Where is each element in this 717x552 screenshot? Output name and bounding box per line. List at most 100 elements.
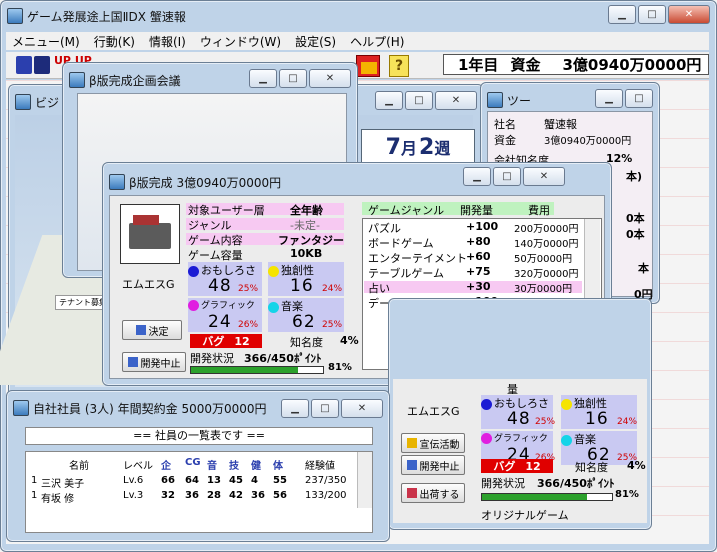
right-cancel-button[interactable]: 開発中止 — [401, 455, 465, 475]
bug-label: バグ — [202, 335, 225, 348]
staff-close-button[interactable]: ✕ — [341, 399, 383, 418]
main-window-controls: ▁ □ ✕ — [608, 5, 710, 24]
stat-orig-pct: 24% — [322, 284, 343, 294]
right-stat-fun-value: 48 — [507, 409, 531, 429]
right-cancel-icon — [406, 460, 417, 470]
console-name: エムエスG — [122, 278, 175, 291]
staff-cell-s5: 36 — [251, 490, 265, 501]
meeting-window-title: β版完成企画会議 — [89, 73, 181, 88]
beta-minimize-button[interactable]: ▁ — [463, 167, 491, 186]
staff-maximize-button[interactable]: □ — [311, 399, 339, 418]
genre-row-amount[interactable]: +80 — [466, 235, 491, 248]
info-frag-3: 0本 — [626, 228, 645, 241]
toolbar-help-icon[interactable]: ? — [389, 55, 409, 77]
genre-row-cost[interactable]: 320万0000円 — [514, 265, 579, 280]
company-minimize-button[interactable]: ▁ — [375, 91, 403, 110]
progress-pct: 81% — [328, 362, 352, 373]
toolbar-key-icon[interactable] — [34, 56, 50, 74]
menu-item-window[interactable]: ウィンドウ(W) — [200, 33, 281, 50]
genre-row-cost[interactable]: 30万0000円 — [514, 280, 572, 295]
staff-cell-name[interactable]: 三沢 美子 — [41, 475, 84, 490]
genre-row-cost[interactable]: 50万0000円 — [514, 250, 572, 265]
genre-row-name[interactable]: 占い — [368, 280, 390, 296]
staff-cell-s3: 28 — [207, 490, 221, 501]
info-window-icon — [487, 92, 503, 108]
info-company-label: 社名 — [494, 118, 516, 131]
staff-cell-s1: 66 — [161, 475, 175, 486]
genre-row-cost[interactable]: 140万0000円 — [514, 235, 579, 250]
meeting-minimize-button[interactable]: ▁ — [249, 69, 277, 88]
beta-window-icon — [109, 174, 125, 190]
toolbar-lock-icon[interactable] — [16, 56, 32, 74]
year-label: 1年目 — [458, 56, 499, 74]
cancel-dev-button[interactable]: 開発中止 — [122, 352, 186, 372]
staff-cell-name[interactable]: 有坂 修 — [41, 490, 74, 505]
staff-column-header: 音 — [207, 461, 217, 472]
stat-orig-value: 16 — [290, 276, 314, 296]
meeting-close-button[interactable]: ✕ — [309, 69, 351, 88]
minimize-button[interactable]: ▁ — [608, 5, 636, 24]
info-funds-value: 3億0940万0000円 — [544, 136, 632, 147]
promote-button[interactable]: 宣伝活動 — [401, 433, 465, 453]
genre-label: ジャンル — [188, 219, 232, 232]
staff-column-header: 名前 — [69, 461, 89, 472]
fun-dot-icon — [188, 265, 199, 277]
genre-row-name[interactable]: テーブルゲーム — [368, 265, 444, 281]
stat-fun-value: 48 — [208, 276, 232, 296]
ship-icon — [406, 488, 417, 498]
month-unit: 月 — [400, 139, 417, 158]
genre-row-name[interactable]: パズル — [368, 220, 401, 236]
target-label: 対象ユーザー層 — [188, 204, 265, 217]
info-frag-2: 0本 — [626, 212, 645, 225]
genre-row-amount[interactable]: +30 — [466, 280, 491, 293]
staff-column-header: 健 — [251, 461, 261, 472]
progress-bar — [190, 366, 324, 374]
funds-value: 3億0940万0000円 — [562, 56, 702, 74]
genre-row-amount[interactable]: +100 — [466, 220, 498, 233]
right-bug-label: バグ — [493, 460, 516, 473]
genre-row-cost[interactable]: 200万0000円 — [514, 220, 579, 235]
staff-minimize-button[interactable]: ▁ — [281, 399, 309, 418]
genre-row-amount[interactable]: +75 — [466, 265, 491, 278]
menu-item-info[interactable]: 情報(I) — [149, 33, 186, 50]
stat-gfx-value: 24 — [208, 312, 232, 332]
right-progress-bar — [481, 493, 613, 501]
menu-item-help[interactable]: ヘルプ(H) — [350, 33, 404, 50]
close-button[interactable]: ✕ — [668, 5, 710, 24]
meeting-maximize-button[interactable]: □ — [279, 69, 307, 88]
progress-label: 開発状況 — [190, 352, 234, 365]
genre-row-name[interactable]: ボードゲーム — [368, 235, 434, 251]
genre-row-name[interactable]: エンターテイメント — [368, 250, 467, 266]
genre-row-amount[interactable]: +60 — [466, 250, 491, 263]
right-stat-orig-value: 16 — [585, 409, 609, 429]
right-console-name: エムエスG — [407, 405, 460, 418]
beta-window-title: β版完成 3億0940万0000円 — [129, 175, 282, 190]
beta-close-button[interactable]: ✕ — [523, 167, 565, 186]
staff-cell-exp: 133/200 — [305, 490, 347, 501]
toolbar-crown-icon[interactable] — [361, 62, 377, 74]
company-close-button[interactable]: ✕ — [435, 91, 477, 110]
staff-cell-s2: 64 — [185, 475, 199, 486]
info-window-controls: ▁ □ — [595, 89, 653, 108]
fame-value: 4% — [340, 334, 359, 347]
company-maximize-button[interactable]: □ — [405, 91, 433, 110]
staff-table-scrollbar[interactable] — [357, 452, 372, 508]
menu-item-action[interactable]: 行動(K) — [94, 33, 135, 50]
maximize-button[interactable]: □ — [638, 5, 666, 24]
info-maximize-button[interactable]: □ — [625, 89, 653, 108]
info-minimize-button[interactable]: ▁ — [595, 89, 623, 108]
right-bug-bar: バグ 12 — [481, 459, 553, 473]
menu-item-menu[interactable]: メニュー(M) — [12, 33, 80, 50]
right-stat-fun-pct: 25% — [535, 417, 556, 427]
ship-button[interactable]: 出荷する — [401, 483, 465, 503]
staff-window-controls: ▁ □ ✕ — [281, 399, 383, 418]
right-progress-label: 開発状況 — [481, 477, 525, 490]
decide-button[interactable]: 決定 — [122, 320, 182, 340]
staff-list-header: == 社員の一覧表です == — [25, 427, 373, 445]
console-body — [129, 223, 171, 249]
staff-window: 自社社員 (3人) 年間契約金 5000万0000円 ▁ □ ✕ == 社員の一… — [6, 390, 390, 542]
stat-gfx-label-text: グラフィック — [201, 301, 255, 311]
beta-maximize-button[interactable]: □ — [493, 167, 521, 186]
bug-bar: バグ 12 — [190, 334, 262, 348]
menu-item-settings[interactable]: 設定(S) — [295, 33, 336, 50]
